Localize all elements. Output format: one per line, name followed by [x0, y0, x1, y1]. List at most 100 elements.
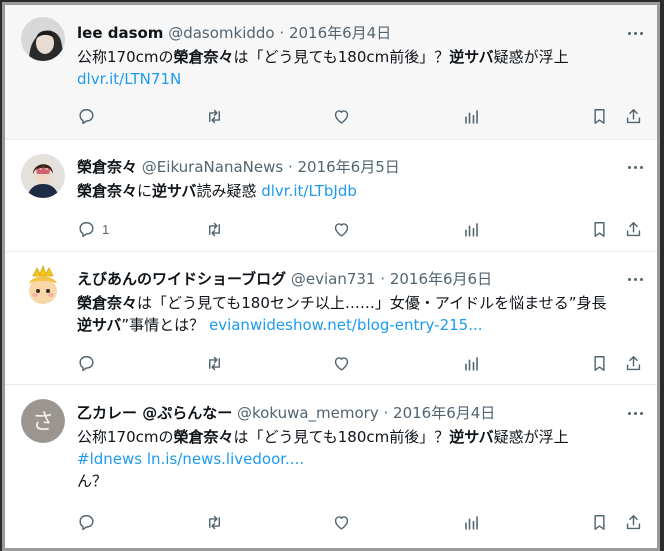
reply-button[interactable]: [77, 510, 102, 534]
views-button[interactable]: [462, 351, 481, 375]
text-run: は「どう見ても180cm前後」？: [233, 428, 450, 446]
like-icon: [334, 515, 349, 530]
share-button[interactable]: [624, 104, 643, 128]
reply-count: 1: [102, 221, 110, 237]
like-icon: [334, 222, 349, 237]
tweet-date[interactable]: 2016年6月4日: [393, 404, 495, 422]
handle[interactable]: @evian731: [291, 270, 376, 288]
bookmark-button[interactable]: [590, 351, 609, 375]
views-icon: [465, 356, 478, 371]
action-bar: [5, 104, 657, 128]
reply-button[interactable]: [77, 351, 102, 375]
tweet-line: 榮倉奈々は「どう見ても180センチ以上……」女優・アイドルを悩ませる”身長: [77, 292, 653, 314]
text-run-bold: 逆サバ: [449, 48, 494, 66]
tweet-line: ん？: [77, 472, 108, 490]
retweet-button[interactable]: [205, 510, 224, 534]
bookmark-icon: [594, 514, 605, 530]
share-button[interactable]: [624, 351, 643, 375]
retweet-button[interactable]: [205, 104, 224, 128]
avatar[interactable]: さ: [21, 399, 65, 443]
tweet-line: #ldnews ln.is/news.livedoor....: [77, 448, 649, 470]
tweet-line: 逆サバ”事情とは？ evianwideshow.net/blog-entry-2…: [77, 314, 653, 336]
separator: ·: [378, 404, 394, 422]
display-name[interactable]: えびあんのワイドショーブログ: [77, 270, 286, 288]
avatar[interactable]: [21, 17, 65, 61]
text-run: 疑惑が浮上: [493, 48, 569, 66]
tweet-link[interactable]: evianwideshow.net/blog-entry-215...: [209, 316, 483, 334]
hashtag-link[interactable]: #ldnews: [77, 450, 142, 468]
views-button[interactable]: [462, 217, 481, 241]
tweet-link[interactable]: ln.is/news.livedoor....: [147, 450, 304, 468]
share-button[interactable]: [624, 510, 643, 534]
reply-icon: [79, 221, 94, 237]
tweet-date[interactable]: 2016年6月5日: [298, 158, 400, 176]
bookmark-button[interactable]: [590, 104, 609, 128]
avatar[interactable]: [21, 154, 65, 198]
separator: ·: [283, 158, 298, 176]
text-run: は「どう見ても180cm前後」？: [233, 48, 450, 66]
retweet-button[interactable]: [205, 351, 224, 375]
views-button[interactable]: [462, 510, 481, 534]
handle[interactable]: @EikuraNanaNews: [142, 158, 283, 176]
reply-button[interactable]: [77, 104, 102, 128]
like-button[interactable]: [332, 510, 351, 534]
timeline: lee dasom @dasomkiddo · 2016年6月4日 公称170c…: [2, 2, 660, 551]
like-icon: [334, 356, 349, 371]
text-run-bold: 榮倉奈々: [77, 182, 138, 200]
tweet-header: 乙カレー @ぷらんなー @kokuwa_memory · 2016年6月4日: [77, 403, 617, 423]
bookmark-icon: [594, 355, 605, 371]
more-icon[interactable]: [623, 157, 647, 177]
handle[interactable]: @dasomkiddo: [168, 24, 274, 42]
tweet-text: 榮倉奈々に逆サバ読み疑惑 dlvr.it/LTbJdb: [77, 180, 649, 202]
text-run: に: [137, 182, 153, 200]
tweet-date[interactable]: 2016年6月6日: [390, 270, 492, 288]
text-run-bold: 逆サバ: [152, 182, 197, 200]
text-run-bold: 逆サバ: [449, 428, 494, 446]
tweet-link[interactable]: dlvr.it/LTbJdb: [261, 182, 357, 200]
share-icon: [626, 355, 641, 370]
like-button[interactable]: [332, 104, 351, 128]
svg-text:さ: さ: [32, 410, 54, 435]
avatar[interactable]: [21, 264, 65, 308]
tweet[interactable]: えびあんのワイドショーブログ @evian731 · 2016年6月6日 榮倉奈…: [5, 252, 657, 385]
separator: ·: [274, 24, 289, 42]
more-icon[interactable]: [623, 23, 647, 43]
display-name[interactable]: 乙カレー @ぷらんなー: [77, 404, 232, 422]
reply-icon: [79, 514, 94, 530]
more-icon[interactable]: [623, 403, 647, 423]
tweet-line: 公称170cmの榮倉奈々は「どう見ても180cm前後」？逆サバ疑惑が浮上: [77, 426, 649, 448]
more-icon[interactable]: [623, 269, 647, 289]
text-run-bold: 榮倉奈々: [173, 48, 234, 66]
reply-icon: [79, 108, 94, 124]
display-name[interactable]: 榮倉奈々: [77, 158, 137, 176]
tweet-date[interactable]: 2016年6月4日: [289, 24, 391, 42]
retweet-icon: [209, 356, 220, 370]
tweet[interactable]: さ 乙カレー @ぷらんなー @kokuwa_memory · 2016年6月4日…: [5, 385, 657, 548]
share-button[interactable]: [624, 217, 643, 241]
views-icon: [465, 109, 478, 124]
views-button[interactable]: [462, 104, 481, 128]
share-icon: [626, 221, 641, 236]
bookmark-button[interactable]: [590, 217, 609, 241]
like-button[interactable]: [332, 351, 351, 375]
retweet-icon: [209, 515, 220, 529]
bookmark-icon: [594, 221, 605, 237]
retweet-button[interactable]: [205, 217, 224, 241]
tweet-text: 公称170cmの榮倉奈々は「どう見ても180cm前後」？逆サバ疑惑が浮上 dlv…: [77, 46, 649, 90]
tweet[interactable]: lee dasom @dasomkiddo · 2016年6月4日 公称170c…: [5, 5, 657, 140]
text-run: 疑惑が浮上: [493, 428, 569, 446]
tweet-header: えびあんのワイドショーブログ @evian731 · 2016年6月6日: [77, 269, 617, 289]
text-run: 公称170cmの: [77, 48, 174, 66]
like-button[interactable]: [332, 217, 351, 241]
reply-button[interactable]: 1: [77, 217, 109, 241]
bookmark-button[interactable]: [590, 510, 609, 534]
handle[interactable]: @kokuwa_memory: [237, 404, 379, 422]
text-run-bold: 榮倉奈々: [77, 294, 138, 312]
display-name[interactable]: lee dasom: [77, 24, 163, 42]
text-run-bold: 逆サバ: [77, 316, 122, 334]
tweet[interactable]: 榮倉奈々 @EikuraNanaNews · 2016年6月5日 榮倉奈々に逆サ…: [5, 140, 657, 252]
tweet-link[interactable]: dlvr.it/LTN71N: [77, 70, 181, 88]
reply-icon: [79, 355, 94, 371]
text-run-bold: 榮倉奈々: [173, 428, 234, 446]
tweet-text: 公称170cmの榮倉奈々は「どう見ても180cm前後」？逆サバ疑惑が浮上 #ld…: [77, 426, 649, 492]
